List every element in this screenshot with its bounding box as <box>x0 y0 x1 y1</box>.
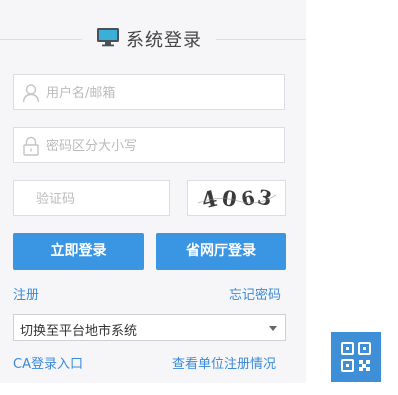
lock-icon <box>22 136 40 156</box>
view-registration-link[interactable]: 查看单位注册情况 <box>172 353 276 372</box>
username-input[interactable] <box>44 75 278 111</box>
header-title-group: 系统登录 <box>96 26 202 52</box>
captcha-char-1: 4 <box>199 186 220 215</box>
password-field[interactable] <box>13 127 285 164</box>
password-input[interactable] <box>44 128 278 164</box>
platform-select-value: 切换至平台地市系统 <box>20 324 138 339</box>
login-panel: 系统登录 4 0 6 3 <box>0 0 306 383</box>
header-divider-right <box>216 39 306 40</box>
monitor-icon <box>96 27 120 51</box>
provincial-login-button[interactable]: 省网厅登录 <box>156 233 286 270</box>
user-icon <box>22 83 40 103</box>
captcha-input[interactable] <box>34 181 168 217</box>
username-field[interactable] <box>13 74 285 111</box>
ca-login-link[interactable]: CA登录入口 <box>13 353 83 372</box>
captcha-field[interactable] <box>13 180 170 217</box>
chevron-down-icon <box>269 326 277 331</box>
login-button[interactable]: 立即登录 <box>13 233 144 270</box>
forgot-password-link[interactable]: 忘记密码 <box>229 284 281 303</box>
header-divider-left <box>0 39 82 40</box>
platform-select[interactable]: 切换至平台地市系统 <box>13 314 286 341</box>
qr-code-icon <box>341 342 371 372</box>
captcha-image[interactable]: 4 0 6 3 <box>187 180 286 216</box>
qr-code-button[interactable] <box>331 332 381 382</box>
login-title: 系统登录 <box>126 30 202 51</box>
login-header: 系统登录 <box>0 24 306 54</box>
captcha-char-3: 6 <box>239 187 257 211</box>
register-link[interactable]: 注册 <box>13 284 39 303</box>
